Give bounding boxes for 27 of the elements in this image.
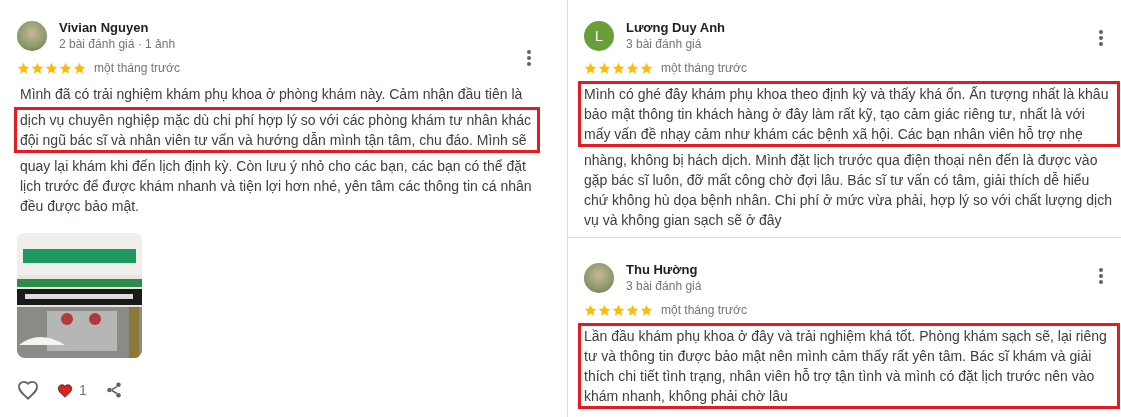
share-button[interactable] [104, 381, 123, 399]
menu-icon[interactable] [527, 50, 531, 66]
review-count: 3 bài đánh giá [626, 37, 703, 51]
avatar [584, 262, 614, 293]
review-time: một tháng trước [94, 61, 180, 75]
reviewer-name[interactable]: Vivian Nguyen [59, 20, 176, 35]
avatar [17, 20, 47, 51]
review-text: quay lại khám khi đến lịch định kỳ. Còn lưu ý nhỏ cho các bạn, các bạn có thể đặt lịch trước để được khám nhanh và tiện lợi hơn nhé, yên tâm các thông tin cá nhân đều được bảo mật. [19, 157, 533, 216]
highlighted-review-text: dịch vụ chuyên nghiệp mặc dù chi phí hợp lý so với các phòng khám tư nhân khác đội ngũ bác sĩ và nhân viên tư vấn và hướng dẫn mình tận tâm, chu đáo. Mình sẽ [14, 107, 540, 153]
like-button[interactable] [17, 380, 39, 400]
review-text: nhàng, không bị hách dịch. Mình đặt lịch trước qua điện thoại nên đến là được vào gặp bác sĩ luôn, đỡ mất công chờ đợi lâu. Bác sĩ tư vấn có tâm, giải thích dễ hiểu chứ không hù dọa bệnh nhân. Chi phí ở mức vừa phải, hợp lý so với chất lượng dịch vụ và không gian sạch sẽ ở đây [583, 151, 1113, 230]
reaction-button[interactable]: 1 [57, 382, 87, 398]
share-icon [104, 381, 123, 399]
heart-icon [17, 380, 39, 400]
menu-icon[interactable] [1099, 268, 1103, 284]
review-time: một tháng trước [661, 303, 747, 317]
highlighted-review-text: Mình có ghé đây khám phụ khoa theo định kỳ và thấy khá ổn. Ấn tượng nhất là khâu bảo mật thông tin khách hàng ở đây làm rất kỹ, tạo cảm giác riêng tư, nhất là với mấy vấn đề nhạy cảm như khám các bệnh xã hội. Các bạn nhân viên hỗ trợ nhẹ [578, 81, 1120, 147]
review-count: 2 bài đánh giá · 1 ảnh [59, 37, 176, 51]
review-count: 3 bài đánh giá [626, 279, 702, 293]
review-text: Mình đã có trải nghiệm khám phụ khoa ở phòng khám này. Cảm nhận đầu tiên là [19, 85, 524, 104]
reviewer-name[interactable]: Lương Duy Anh [626, 20, 726, 35]
heart-icon [57, 382, 73, 398]
menu-icon[interactable] [1099, 30, 1103, 46]
highlighted-review-text: Lần đầu khám phụ khoa ở đây và trải nghiệm khá tốt. Phòng khám sạch sẽ, lại riêng tư và thông tin được bảo mật nên mình cảm thấy rất yên tâm. Bác sĩ khám và giải thích chi tiết tình trạng, nhân viên hỗ trợ tận tình và mình có đặt lịch trước nên vào khám nhanh, không phải chờ lâu [578, 323, 1120, 409]
review-time: một tháng trước [661, 61, 747, 75]
avatar: L [584, 20, 614, 51]
reviewer-name[interactable]: Thu Hường [626, 262, 702, 277]
